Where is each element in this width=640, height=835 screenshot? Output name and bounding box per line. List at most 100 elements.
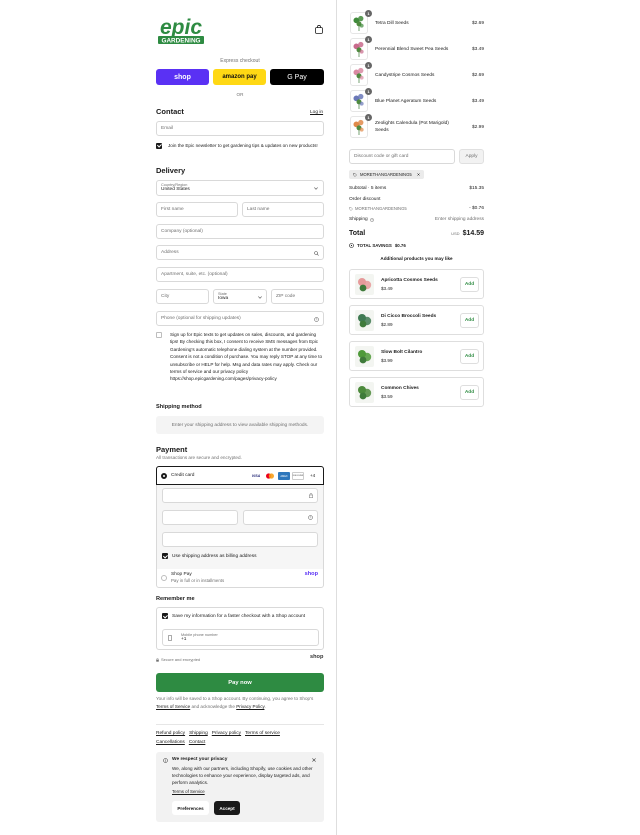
shop-pay-subtitle: Pay in full or in installments <box>171 578 225 583</box>
discount-code-placeholder: Discount code or gift card <box>354 154 409 159</box>
billing-same-option: Use shipping address as billing address <box>162 553 257 559</box>
refund-policy-link[interactable]: Refund policy <box>156 731 185 736</box>
shipping-value: Enter shipping address <box>434 217 484 222</box>
save-info-checkbox[interactable] <box>162 613 168 619</box>
pay-now-button[interactable]: Pay now <box>156 673 324 692</box>
recommended-product-price: $3.49 <box>381 286 393 291</box>
plant-image <box>353 93 364 109</box>
sms-consent-text: Sign up for Epic texts to get updates on… <box>170 332 323 382</box>
footer-links: Refund policy Shipping Privacy policy Te… <box>156 730 324 747</box>
phone-field[interactable]: Phone (optional for shipping updates) ? <box>156 311 324 326</box>
state-select[interactable]: State Iowa <box>213 289 267 304</box>
address-field[interactable]: Address <box>156 245 324 260</box>
zip-field[interactable]: ZIP code <box>271 289 324 304</box>
expiration-field[interactable] <box>162 510 238 525</box>
add-product-button[interactable]: Add <box>460 349 479 364</box>
total-savings: TOTAL SAVINGS $0.76 <box>349 243 406 248</box>
email-field[interactable]: Email <box>156 121 324 136</box>
login-link[interactable]: Log in <box>310 110 323 115</box>
shop-terms-link[interactable]: Terms of Service <box>156 704 190 709</box>
mastercard-icon <box>266 473 274 479</box>
cancellations-link[interactable]: Cancellations <box>156 740 185 745</box>
recommended-product-name: Slow Bolt Cilantro <box>381 350 423 355</box>
help-circle-icon[interactable]: ? <box>369 217 374 222</box>
credit-card-option[interactable]: Credit card VISA AMEX DISCOVER +4 <box>156 466 324 485</box>
sms-consent-option: Sign up for Epic texts to get updates on… <box>156 331 324 383</box>
shipping-row: Shipping ? Enter shipping address <box>349 217 484 222</box>
name-on-card-field[interactable] <box>162 532 318 547</box>
company-field[interactable]: Company (optional) <box>156 224 324 239</box>
cart-item-price: $2.69 <box>471 73 484 78</box>
company-placeholder: Company (optional) <box>161 229 203 234</box>
cart-item-name: Tetra Dill Seeds <box>375 21 409 26</box>
svg-text:epic: epic <box>160 16 202 39</box>
phone-placeholder: Phone (optional for shipping updates) <box>161 316 241 321</box>
newsletter-checkbox[interactable] <box>156 142 162 149</box>
shipping-method-notice: Enter your shipping address to view avai… <box>156 416 324 434</box>
or-divider: OR <box>236 92 244 97</box>
billing-same-checkbox[interactable] <box>162 553 168 559</box>
tag-icon <box>349 206 353 211</box>
discount-code-field[interactable]: Discount code or gift card <box>349 149 455 164</box>
info-icon <box>163 758 168 763</box>
recommended-product-card: Slow Bolt Cilantro $3.99 Add <box>349 341 484 371</box>
add-product-button[interactable]: Add <box>460 385 479 400</box>
close-icon[interactable] <box>312 758 316 762</box>
email-placeholder: Email <box>161 126 173 131</box>
sms-consent-checkbox[interactable] <box>156 332 162 338</box>
shop-pay-radio[interactable] <box>161 575 167 581</box>
cookie-preferences-button[interactable]: Preferences <box>172 801 209 815</box>
cookie-title: We respect your privacy <box>172 757 228 762</box>
apply-discount-button[interactable]: Apply <box>459 149 484 164</box>
total-value: $14.59 <box>462 230 484 237</box>
cart-item-price: $3.49 <box>471 47 484 52</box>
credit-card-radio[interactable] <box>161 473 167 479</box>
order-discount-label: Order discount <box>349 197 381 202</box>
privacy-policy-link[interactable]: Privacy policy <box>212 731 241 736</box>
newsletter-label: Join the Epic newsletter to get gardenin… <box>168 143 318 148</box>
cart-item-quantity-badge: 1 <box>365 88 372 95</box>
country-select[interactable]: Country/Region United States <box>156 180 324 196</box>
shop-pay-button[interactable]: shop <box>156 69 209 85</box>
last-name-field[interactable]: Last name <box>242 202 324 217</box>
shipping-label-wrap: Shipping ? <box>349 217 374 222</box>
first-name-field[interactable]: First name <box>156 202 238 217</box>
remember-me-heading: Remember me <box>156 596 195 602</box>
amazon-pay-button[interactable]: amazon pay <box>213 69 266 85</box>
plant-image <box>353 119 364 135</box>
add-product-button[interactable]: Add <box>460 313 479 328</box>
last-name-placeholder: Last name <box>247 207 270 212</box>
shopping-bag-icon[interactable] <box>315 25 323 34</box>
discount-tag-code: MORETHANGARDENING5 <box>360 172 412 177</box>
contact-link[interactable]: Contact <box>189 740 206 745</box>
cookie-accept-button[interactable]: Accept <box>214 801 240 815</box>
country-value: United States <box>161 187 190 192</box>
remove-discount-icon[interactable] <box>416 173 420 176</box>
apartment-field[interactable]: Apartment, suite, etc. (optional) <box>156 267 324 282</box>
cookie-terms-link[interactable]: Terms of Service <box>172 789 205 794</box>
google-pay-button-label: G Pay <box>287 73 307 81</box>
shop-logo: shop <box>310 654 324 660</box>
total-currency: USD <box>451 231 460 236</box>
epic-gardening-logo[interactable]: epic GARDENING <box>156 14 206 45</box>
help-circle-icon[interactable]: ? <box>308 515 313 520</box>
recommended-product-name: Di Cicco Broccoli Seeds <box>381 314 437 319</box>
shipping-link[interactable]: Shipping <box>189 731 208 736</box>
security-code-field[interactable]: ? <box>243 510 318 525</box>
cookie-text: We, along with our partners, including S… <box>172 766 313 785</box>
city-field[interactable]: City <box>156 289 209 304</box>
terms-of-service-link[interactable]: Terms of service <box>245 731 280 736</box>
save-info-option: Save my information for a faster checkou… <box>162 613 305 619</box>
mobile-phone-field[interactable]: Mobile phone number +1 <box>162 629 319 646</box>
add-product-button[interactable]: Add <box>460 277 479 292</box>
recommended-product-card: Apricotta Cosmos Seeds $3.49 Add <box>349 269 484 299</box>
card-number-field[interactable] <box>162 488 318 503</box>
shop-pay-option[interactable]: Shop Pay Pay in full or in installments … <box>157 569 323 588</box>
shop-privacy-link[interactable]: Privacy Policy <box>236 704 264 709</box>
search-icon <box>314 251 319 256</box>
google-pay-button[interactable]: G Pay <box>270 69 324 85</box>
cart-item-name: Candystripe Cosmos Seeds <box>375 73 435 78</box>
address-placeholder: Address <box>161 250 179 255</box>
help-circle-icon[interactable]: ? <box>314 316 319 322</box>
first-name-placeholder: First name <box>161 207 184 212</box>
